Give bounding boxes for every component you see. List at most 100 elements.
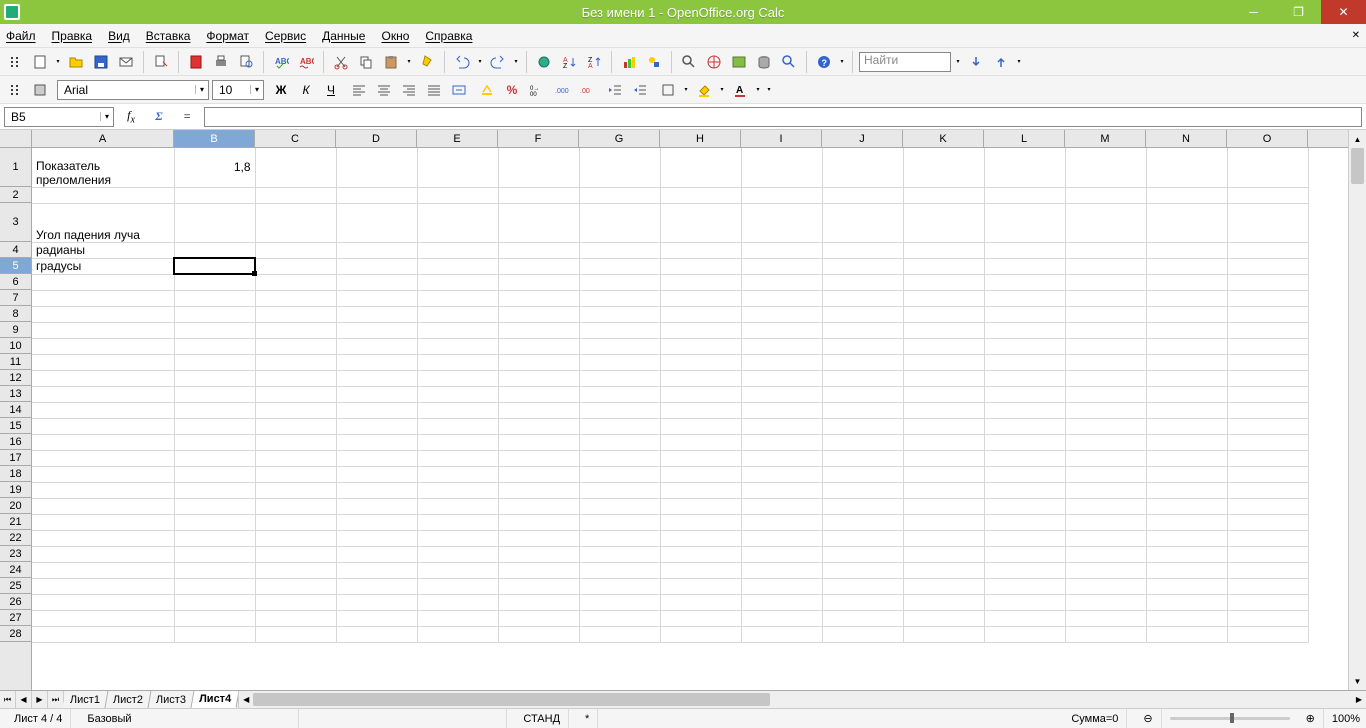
- align-right-button[interactable]: [398, 79, 420, 101]
- cell-N18[interactable]: [1146, 466, 1227, 482]
- cell-G1[interactable]: [579, 148, 660, 187]
- cell-K3[interactable]: [903, 203, 984, 242]
- cell-D28[interactable]: [336, 626, 417, 642]
- tab-first-button[interactable]: ⏮: [0, 691, 16, 708]
- cell-F14[interactable]: [498, 402, 579, 418]
- cell-E23[interactable]: [417, 546, 498, 562]
- align-center-button[interactable]: [373, 79, 395, 101]
- cell-K27[interactable]: [903, 610, 984, 626]
- cell-L6[interactable]: [984, 274, 1065, 290]
- cell-C25[interactable]: [255, 578, 336, 594]
- column-header-H[interactable]: H: [660, 130, 741, 147]
- cell-D6[interactable]: [336, 274, 417, 290]
- formula-input[interactable]: [204, 107, 1362, 127]
- search-up-button[interactable]: [990, 51, 1012, 73]
- row-header-8[interactable]: 8: [0, 306, 31, 322]
- cell-E27[interactable]: [417, 610, 498, 626]
- chart-button[interactable]: [618, 51, 640, 73]
- cell-G9[interactable]: [579, 322, 660, 338]
- cell-N26[interactable]: [1146, 594, 1227, 610]
- cell-H25[interactable]: [660, 578, 741, 594]
- cell-I13[interactable]: [741, 386, 822, 402]
- row-header-28[interactable]: 28: [0, 626, 31, 642]
- cell-D26[interactable]: [336, 594, 417, 610]
- row-header-10[interactable]: 10: [0, 338, 31, 354]
- cell-K23[interactable]: [903, 546, 984, 562]
- cell-D20[interactable]: [336, 498, 417, 514]
- cell-B4[interactable]: [174, 242, 255, 258]
- cell-E25[interactable]: [417, 578, 498, 594]
- cell-H27[interactable]: [660, 610, 741, 626]
- cell-A15[interactable]: [32, 418, 174, 434]
- cell-I9[interactable]: [741, 322, 822, 338]
- cell-D8[interactable]: [336, 306, 417, 322]
- cell-M7[interactable]: [1065, 290, 1146, 306]
- cell-F5[interactable]: [498, 258, 579, 274]
- cell-C20[interactable]: [255, 498, 336, 514]
- cell-C10[interactable]: [255, 338, 336, 354]
- cell-D23[interactable]: [336, 546, 417, 562]
- cell-H16[interactable]: [660, 434, 741, 450]
- row-header-5[interactable]: 5: [0, 258, 31, 274]
- cell-G18[interactable]: [579, 466, 660, 482]
- cell-H9[interactable]: [660, 322, 741, 338]
- cell-D24[interactable]: [336, 562, 417, 578]
- align-justify-button[interactable]: [423, 79, 445, 101]
- cell-H2[interactable]: [660, 187, 741, 203]
- search-dropdown[interactable]: ▾: [954, 51, 962, 73]
- mail-button[interactable]: [115, 51, 137, 73]
- column-header-F[interactable]: F: [498, 130, 579, 147]
- cell-E24[interactable]: [417, 562, 498, 578]
- cell-O26[interactable]: [1227, 594, 1308, 610]
- cell-G26[interactable]: [579, 594, 660, 610]
- cell-B19[interactable]: [174, 482, 255, 498]
- cell-I16[interactable]: [741, 434, 822, 450]
- cell-F25[interactable]: [498, 578, 579, 594]
- cell-E9[interactable]: [417, 322, 498, 338]
- cell-H1[interactable]: [660, 148, 741, 187]
- cell-L14[interactable]: [984, 402, 1065, 418]
- cell-H18[interactable]: [660, 466, 741, 482]
- cell-N27[interactable]: [1146, 610, 1227, 626]
- cell-C2[interactable]: [255, 187, 336, 203]
- cell-E21[interactable]: [417, 514, 498, 530]
- document-close-button[interactable]: ✕: [1352, 30, 1360, 41]
- column-header-L[interactable]: L: [984, 130, 1065, 147]
- cell-A2[interactable]: [32, 187, 174, 203]
- cell-C19[interactable]: [255, 482, 336, 498]
- cell-M15[interactable]: [1065, 418, 1146, 434]
- italic-button[interactable]: К: [295, 79, 317, 101]
- cell-E10[interactable]: [417, 338, 498, 354]
- cell-A11[interactable]: [32, 354, 174, 370]
- cell-G28[interactable]: [579, 626, 660, 642]
- cell-J4[interactable]: [822, 242, 903, 258]
- cell-H24[interactable]: [660, 562, 741, 578]
- cell-B16[interactable]: [174, 434, 255, 450]
- cell-C28[interactable]: [255, 626, 336, 642]
- cell-F19[interactable]: [498, 482, 579, 498]
- redo-button[interactable]: [487, 51, 509, 73]
- cell-I17[interactable]: [741, 450, 822, 466]
- cell-O27[interactable]: [1227, 610, 1308, 626]
- menu-tools[interactable]: Сервис: [265, 29, 306, 43]
- cell-N5[interactable]: [1146, 258, 1227, 274]
- cell-E17[interactable]: [417, 450, 498, 466]
- cell-I24[interactable]: [741, 562, 822, 578]
- cell-B12[interactable]: [174, 370, 255, 386]
- cell-E8[interactable]: [417, 306, 498, 322]
- cell-M1[interactable]: [1065, 148, 1146, 187]
- cell-D27[interactable]: [336, 610, 417, 626]
- cell-G3[interactable]: [579, 203, 660, 242]
- row-header-6[interactable]: 6: [0, 274, 31, 290]
- cell-M22[interactable]: [1065, 530, 1146, 546]
- cell-J18[interactable]: [822, 466, 903, 482]
- hscroll-thumb[interactable]: [253, 693, 769, 706]
- cell-L27[interactable]: [984, 610, 1065, 626]
- cell-D14[interactable]: [336, 402, 417, 418]
- cell-G22[interactable]: [579, 530, 660, 546]
- row-header-12[interactable]: 12: [0, 370, 31, 386]
- cell-O11[interactable]: [1227, 354, 1308, 370]
- find-toolbar-overflow[interactable]: ▾: [1015, 51, 1023, 73]
- cell-B9[interactable]: [174, 322, 255, 338]
- cell-F16[interactable]: [498, 434, 579, 450]
